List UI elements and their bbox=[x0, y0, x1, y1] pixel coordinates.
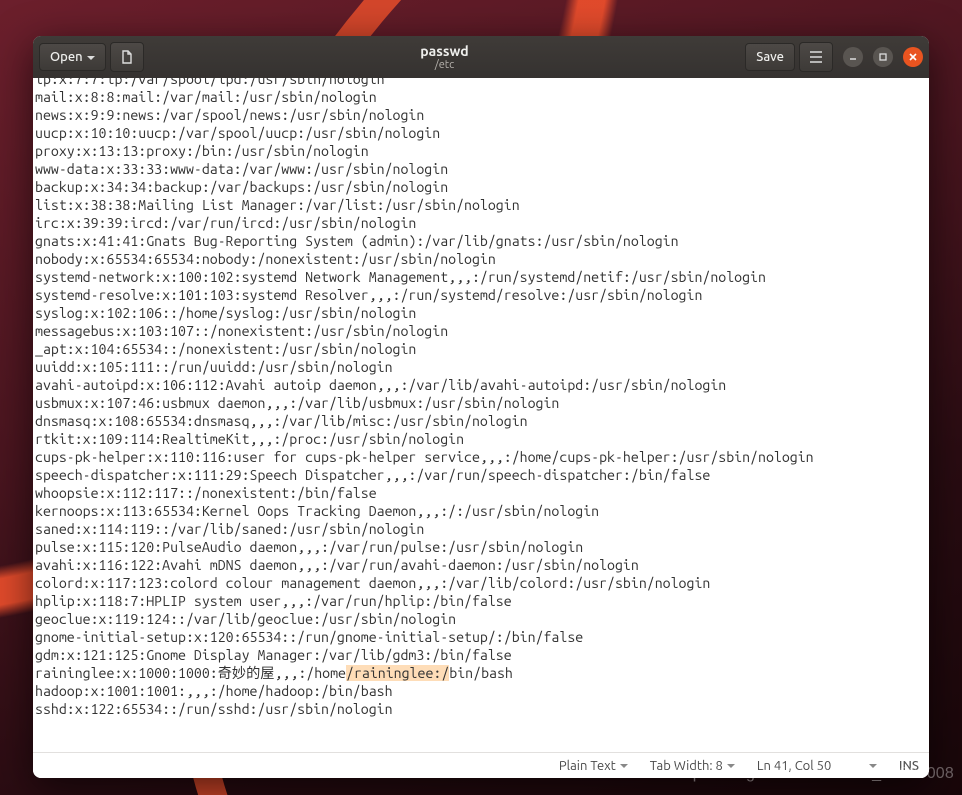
watermark-text: https://blog.csdn.net/weixin_48280008 bbox=[674, 765, 954, 783]
editor-line: usbmux:x:107:46:usbmux daemon,,,:/var/li… bbox=[35, 394, 814, 412]
open-button-label: Open bbox=[50, 50, 83, 64]
editor-line: raininglee:x:1000:1000:奇妙的屋,,,:/home/rai… bbox=[35, 664, 814, 682]
chevron-down-icon bbox=[620, 764, 628, 768]
editor-line: gnome-initial-setup:x:120:65534::/run/gn… bbox=[35, 628, 814, 646]
editor-line: rtkit:x:109:114:RealtimeKit,,,:/proc:/us… bbox=[35, 430, 814, 448]
minimize-icon bbox=[848, 52, 858, 62]
editor-line: colord:x:117:123:colord colour managemen… bbox=[35, 574, 814, 592]
editor-line: _apt:x:104:65534::/nonexistent:/usr/sbin… bbox=[35, 340, 814, 358]
headerbar: Open passwd /etc Save bbox=[33, 36, 929, 78]
minimize-button[interactable] bbox=[843, 47, 863, 67]
window-subtitle: /etc bbox=[144, 59, 746, 72]
editor-line: syslog:x:102:106::/home/syslog:/usr/sbin… bbox=[35, 304, 814, 322]
maximize-icon bbox=[878, 52, 888, 62]
editor-line: geoclue:x:119:124::/var/lib/geoclue:/usr… bbox=[35, 610, 814, 628]
editor-line: hadoop:x:1001:1001:,,,:/home/hadoop:/bin… bbox=[35, 682, 814, 700]
new-document-button[interactable] bbox=[110, 42, 144, 72]
gedit-window: Open passwd /etc Save bbox=[33, 36, 929, 778]
editor-line: saned:x:114:119::/var/lib/saned:/usr/sbi… bbox=[35, 520, 814, 538]
highlight-mode-label: Plain Text bbox=[559, 759, 616, 773]
new-document-icon bbox=[119, 49, 135, 65]
editor-line: irc:x:39:39:ircd:/var/run/ircd:/usr/sbin… bbox=[35, 214, 814, 232]
editor-line: pulse:x:115:120:PulseAudio daemon,,,:/va… bbox=[35, 538, 814, 556]
editor-line: lp:x:7:7:lp:/var/spool/lpd:/usr/sbin/nol… bbox=[35, 78, 814, 88]
editor-line: whoopsie:x:112:117::/nonexistent:/bin/fa… bbox=[35, 484, 814, 502]
editor-line: uuidd:x:105:111::/run/uuidd:/usr/sbin/no… bbox=[35, 358, 814, 376]
editor-line: speech-dispatcher:x:111:29:Speech Dispat… bbox=[35, 466, 814, 484]
editor-line: list:x:38:38:Mailing List Manager:/var/l… bbox=[35, 196, 814, 214]
text-editor-area[interactable]: man:x:6:12:man:/var/cache/man:/usr/sbin/… bbox=[33, 78, 929, 752]
editor-line: proxy:x:13:13:proxy:/bin:/usr/sbin/nolog… bbox=[35, 142, 814, 160]
editor-line: gdm:x:121:125:Gnome Display Manager:/var… bbox=[35, 646, 814, 664]
hamburger-menu-button[interactable] bbox=[799, 42, 833, 72]
editor-line: systemd-network:x:100:102:systemd Networ… bbox=[35, 268, 814, 286]
open-button[interactable]: Open bbox=[39, 43, 106, 71]
chevron-down-icon bbox=[87, 56, 95, 60]
editor-line: news:x:9:9:news:/var/spool/news:/usr/sbi… bbox=[35, 106, 814, 124]
editor-line: systemd-resolve:x:101:103:systemd Resolv… bbox=[35, 286, 814, 304]
editor-line: dnsmasq:x:108:65534:dnsmasq,,,:/var/lib/… bbox=[35, 412, 814, 430]
maximize-button[interactable] bbox=[873, 47, 893, 67]
editor-line: www-data:x:33:33:www-data:/var/www:/usr/… bbox=[35, 160, 814, 178]
editor-line: gnats:x:41:41:Gnats Bug-Reporting System… bbox=[35, 232, 814, 250]
editor-line: nobody:x:65534:65534:nobody:/nonexistent… bbox=[35, 250, 814, 268]
editor-line: cups-pk-helper:x:110:116:user for cups-p… bbox=[35, 448, 814, 466]
editor-line: sshd:x:122:65534::/run/sshd:/usr/sbin/no… bbox=[35, 700, 814, 718]
highlight-mode-selector[interactable]: Plain Text bbox=[559, 759, 628, 773]
editor-line: uucp:x:10:10:uucp:/var/spool/uucp:/usr/s… bbox=[35, 124, 814, 142]
editor-line: hplip:x:118:7:HPLIP system user,,,:/var/… bbox=[35, 592, 814, 610]
hamburger-icon bbox=[809, 51, 823, 63]
editor-line: backup:x:34:34:backup:/var/backups:/usr/… bbox=[35, 178, 814, 196]
save-button-label: Save bbox=[756, 50, 784, 64]
editor-line: avahi-autoipd:x:106:112:Avahi autoip dae… bbox=[35, 376, 814, 394]
save-button[interactable]: Save bbox=[745, 43, 795, 71]
editor-line: messagebus:x:103:107::/nonexistent:/usr/… bbox=[35, 322, 814, 340]
close-icon bbox=[908, 52, 918, 62]
close-button[interactable] bbox=[903, 47, 923, 67]
editor-line: mail:x:8:8:mail:/var/mail:/usr/sbin/nolo… bbox=[35, 88, 814, 106]
editor-line: kernoops:x:113:65534:Kernel Oops Trackin… bbox=[35, 502, 814, 520]
text-selection: /raininglee:/ bbox=[346, 665, 449, 681]
window-title: passwd bbox=[144, 43, 746, 59]
editor-line: avahi:x:116:122:Avahi mDNS daemon,,,:/va… bbox=[35, 556, 814, 574]
